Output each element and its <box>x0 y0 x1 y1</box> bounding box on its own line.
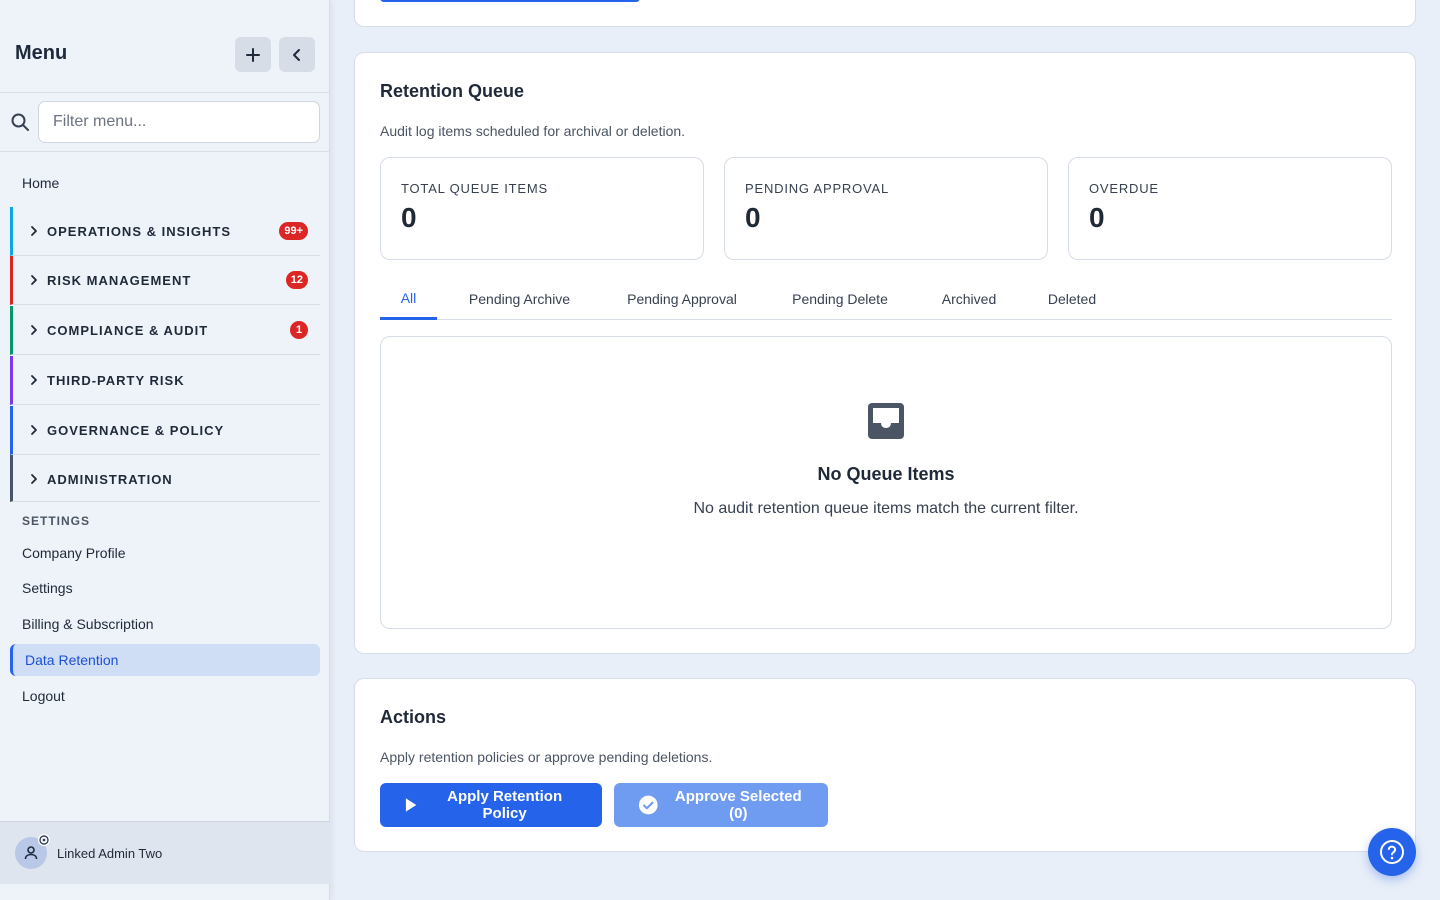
stat-pending-approval: PENDING APPROVAL 0 <box>724 157 1048 260</box>
gear-icon <box>38 834 50 846</box>
stat-value: 0 <box>401 202 417 233</box>
previous-section-card <box>354 0 1416 27</box>
sidebar-item-label: Data Retention <box>25 652 119 668</box>
add-button[interactable] <box>235 37 271 72</box>
button-label: Approve Selected (0) <box>674 788 802 822</box>
plus-icon <box>246 47 260 62</box>
sidebar-item-logout[interactable]: Logout <box>22 688 65 704</box>
actions-description: Apply retention policies or approve pend… <box>380 749 713 765</box>
retention-queue-description: Audit log items scheduled for archival o… <box>380 123 686 139</box>
actions-card: Actions Apply retention policies or appr… <box>354 678 1416 852</box>
apply-retention-policy-button[interactable]: Apply Retention Policy <box>380 783 602 827</box>
actions-title: Actions <box>380 707 447 727</box>
stat-label: PENDING APPROVAL <box>745 181 890 196</box>
sidebar-item-settings[interactable]: Settings <box>22 580 73 596</box>
check-circle-icon <box>638 795 658 815</box>
user-footer[interactable]: Linked Admin Two <box>0 821 330 884</box>
count-badge: 99+ <box>279 222 308 240</box>
chevron-right-icon <box>31 325 37 335</box>
chevron-right-icon <box>31 375 37 385</box>
tab-archived[interactable]: Archived <box>929 278 1009 320</box>
avatar[interactable] <box>15 834 50 869</box>
chevron-left-icon <box>293 48 300 61</box>
empty-state-description: No audit retention queue items match the… <box>693 500 1079 517</box>
search-icon <box>11 113 29 131</box>
tab-pending-archive[interactable]: Pending Archive <box>457 278 582 320</box>
sidebar-group-label: GOVERNANCE & POLICY <box>47 423 225 438</box>
filter-menu-input[interactable] <box>38 101 320 143</box>
retention-queue-card: Retention Queue Audit log items schedule… <box>354 52 1416 654</box>
queue-tabs: All Pending Archive Pending Approval Pen… <box>380 278 1392 320</box>
sidebar-group-label: RISK MANAGEMENT <box>47 273 192 288</box>
sidebar-group-label: OPERATIONS & INSIGHTS <box>47 224 231 239</box>
sidebar-group-operations-insights[interactable]: OPERATIONS & INSIGHTS 99+ <box>10 207 320 256</box>
help-circle-icon <box>1380 840 1404 864</box>
sidebar-title: Menu <box>15 42 68 64</box>
inbox-icon <box>868 403 904 439</box>
play-icon <box>405 798 417 812</box>
tab-all[interactable]: All <box>380 278 437 320</box>
tab-pending-approval[interactable]: Pending Approval <box>612 278 752 320</box>
sidebar-group-label: ADMINISTRATION <box>47 472 173 487</box>
stat-value: 0 <box>1089 202 1105 233</box>
progress-bar <box>380 0 640 2</box>
user-name: Linked Admin Two <box>57 846 163 861</box>
help-button[interactable] <box>1368 828 1416 876</box>
stat-total-queue-items: TOTAL QUEUE ITEMS 0 <box>380 157 704 260</box>
button-label: Apply Retention Policy <box>447 788 563 822</box>
sidebar-item-billing[interactable]: Billing & Subscription <box>22 616 154 632</box>
sidebar-search <box>0 93 330 152</box>
collapse-sidebar-button[interactable] <box>279 37 315 72</box>
chevron-right-icon <box>31 474 37 484</box>
count-badge: 12 <box>285 271 308 289</box>
chevron-right-icon <box>31 226 37 236</box>
settings-heading: SETTINGS <box>22 514 91 528</box>
sidebar-group-label: COMPLIANCE & AUDIT <box>47 323 209 338</box>
sidebar-header: Menu <box>0 0 330 93</box>
retention-queue-title: Retention Queue <box>380 81 525 101</box>
stat-overdue: OVERDUE 0 <box>1068 157 1392 260</box>
stat-value: 0 <box>745 202 761 233</box>
sidebar: Menu Home OPERATIONS & INSIGHTS 99+ RISK… <box>0 0 330 900</box>
stat-label: TOTAL QUEUE ITEMS <box>401 181 548 196</box>
sidebar-group-label: THIRD-PARTY RISK <box>47 373 185 388</box>
empty-state-title: No Queue Items <box>817 464 955 484</box>
sidebar-group-governance-policy[interactable]: GOVERNANCE & POLICY <box>10 406 320 455</box>
sidebar-item-data-retention[interactable]: Data Retention <box>10 644 320 676</box>
user-icon <box>24 846 38 860</box>
approve-selected-button[interactable]: Approve Selected (0) <box>614 783 828 827</box>
sidebar-item-home[interactable]: Home <box>22 175 59 191</box>
sidebar-group-risk-management[interactable]: RISK MANAGEMENT 12 <box>10 256 320 305</box>
sidebar-group-third-party-risk[interactable]: THIRD-PARTY RISK <box>10 356 320 405</box>
empty-state: No Queue Items No audit retention queue … <box>380 336 1392 629</box>
tab-deleted[interactable]: Deleted <box>1036 278 1108 320</box>
chevron-right-icon <box>31 275 37 285</box>
chevron-right-icon <box>31 425 37 435</box>
sidebar-item-company-profile[interactable]: Company Profile <box>22 545 126 561</box>
sidebar-group-compliance-audit[interactable]: COMPLIANCE & AUDIT 1 <box>10 306 320 355</box>
tab-pending-delete[interactable]: Pending Delete <box>780 278 900 320</box>
stat-label: OVERDUE <box>1089 181 1159 196</box>
count-badge: 1 <box>290 321 308 339</box>
sidebar-group-administration[interactable]: ADMINISTRATION <box>10 455 320 502</box>
